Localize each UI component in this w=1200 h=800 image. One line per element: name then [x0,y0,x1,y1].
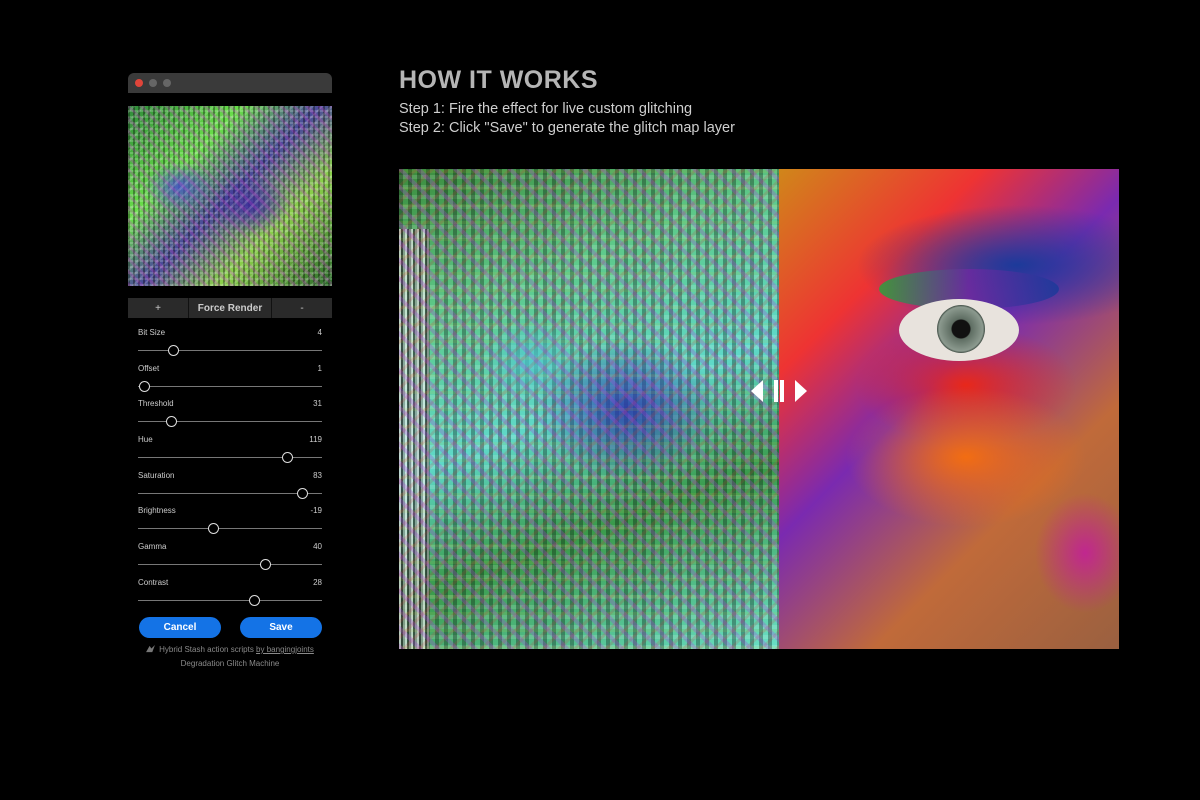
slider-thumb[interactable] [138,380,150,392]
slider-label: Hue [138,435,153,445]
cancel-button[interactable]: Cancel [139,617,221,638]
slider-thumb[interactable] [208,523,220,535]
comparison-slider-handle[interactable] [751,379,807,403]
handle-bar [780,380,784,402]
handle-bar [774,380,778,402]
slider-track[interactable] [138,528,322,530]
slider-track[interactable] [138,492,322,494]
slider-thumb[interactable] [166,416,178,428]
slider-thumb[interactable] [167,345,179,356]
slider-track[interactable] [138,385,322,387]
credit-author-link[interactable]: by bangingjoints [256,645,314,654]
minimize-window-icon[interactable] [149,79,157,87]
slider-label: Offset [138,363,160,373]
render-bar: + Force Render - [128,298,332,318]
save-button[interactable]: Save [240,617,322,638]
slider-contrast: Contrast 28 [138,578,322,614]
zoom-out-button[interactable]: - [272,298,332,318]
credit-text: Hybrid Stash action scripts by bangingjo… [128,643,332,671]
slider-value: 119 [309,435,322,445]
zoom-in-button[interactable]: + [128,298,189,318]
original-photo [779,169,1119,649]
slider-value: 28 [313,577,322,587]
slider-track[interactable] [138,350,322,351]
step-2-text: Step 2: Click "Save" to generate the gli… [399,120,735,136]
slider-thumb[interactable] [259,559,271,571]
slider-value: 4 [317,328,322,337]
slider-thumb[interactable] [296,487,308,499]
slider-value: 31 [313,399,322,409]
bird-logo-icon [146,645,156,653]
glitch-dialog: + Force Render - Bit Size 4 Offset 1 Thr… [128,73,332,668]
slider-offset: Offset 1 [138,364,322,400]
page-title: HOW IT WORKS [399,66,599,94]
slider-label: Saturation [138,470,175,480]
credit-product: Degradation Glitch Machine [180,659,280,668]
slider-track[interactable] [138,457,322,459]
slider-label: Threshold [138,399,174,409]
glitch-preview-image [128,106,332,286]
slider-track[interactable] [138,564,322,566]
slider-gamma: Gamma 40 [138,542,322,578]
dialog-buttons: Cancel Save [139,617,322,638]
slider-value: 1 [317,363,322,373]
slider-label: Contrast [138,577,169,587]
slider-hue: Hue 119 [138,435,322,471]
slider-threshold: Threshold 31 [138,399,322,435]
slider-thumb[interactable] [248,594,260,606]
window-titlebar [128,73,332,93]
credit-prefix: Hybrid Stash action scripts [159,645,254,654]
slider-value: 40 [313,542,322,552]
maximize-window-icon[interactable] [163,79,171,87]
slider-label: Gamma [138,542,167,552]
slider-brightness: Brightness -19 [138,506,322,542]
slider-track[interactable] [138,599,322,601]
eye-shape [899,299,1019,361]
slider-list: Bit Size 4 Offset 1 Threshold 31 Hue 119… [138,328,322,614]
slider-value: 83 [313,470,322,480]
arrow-right-icon [795,380,807,402]
close-window-icon[interactable] [135,79,143,87]
slider-saturation: Saturation 83 [138,471,322,507]
slider-bit-size: Bit Size 4 [138,328,322,364]
iris-shape [937,305,985,353]
force-render-button[interactable]: Force Render [189,298,272,318]
slider-value: -19 [310,506,322,516]
glitched-image [399,169,779,649]
slider-thumb[interactable] [282,452,294,464]
arrow-left-icon [751,380,763,402]
slider-label: Bit Size [138,328,166,337]
before-after-comparison [399,169,1119,649]
slider-label: Brightness [138,506,176,516]
step-1-text: Step 1: Fire the effect for live custom … [399,101,693,117]
